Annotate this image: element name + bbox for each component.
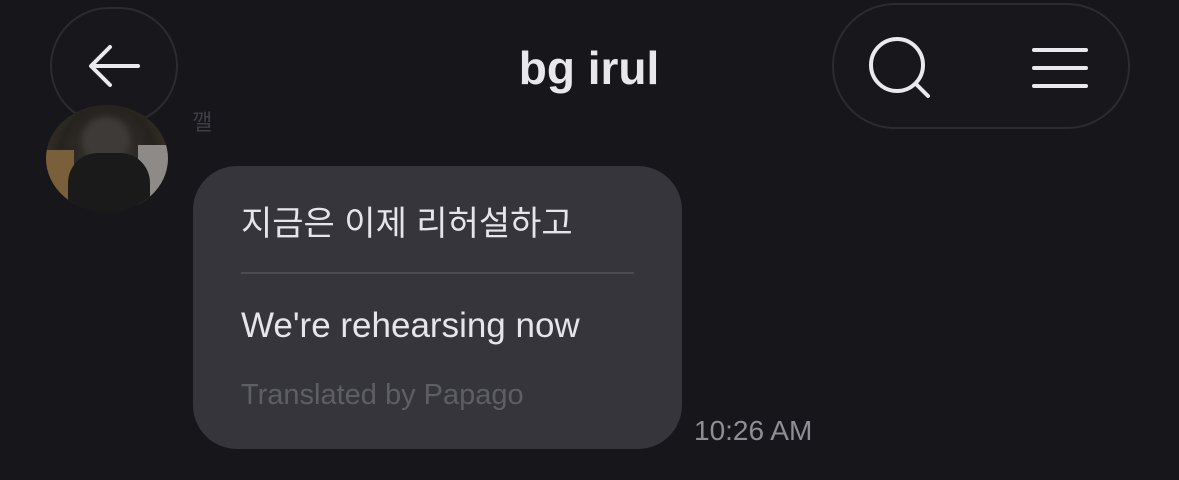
menu-button[interactable]: [1024, 32, 1096, 104]
header-actions: [832, 3, 1130, 129]
translation-credit: Translated by Papago: [241, 379, 524, 411]
menu-icon: [1032, 48, 1088, 88]
message-bubble[interactable]: 지금은 이제 리허설하고 We're rehearsing now Transl…: [193, 166, 682, 449]
search-icon: [869, 37, 930, 98]
sender-name: 깰: [192, 110, 213, 135]
avatar[interactable]: [46, 105, 168, 212]
message-timestamp: 10:26 AM: [694, 415, 813, 446]
arrow-left-icon: [89, 45, 140, 87]
translation-divider: [241, 272, 634, 274]
chat-title: bg irul: [518, 42, 660, 94]
search-button[interactable]: [864, 32, 936, 104]
translated-message-text: We're rehearsing now: [241, 306, 580, 345]
original-message-text: 지금은 이제 리허설하고: [241, 205, 573, 243]
chat-screen: bg irul 깰 지금은 이제 리허설하고 We're rehearsing …: [0, 0, 1179, 480]
